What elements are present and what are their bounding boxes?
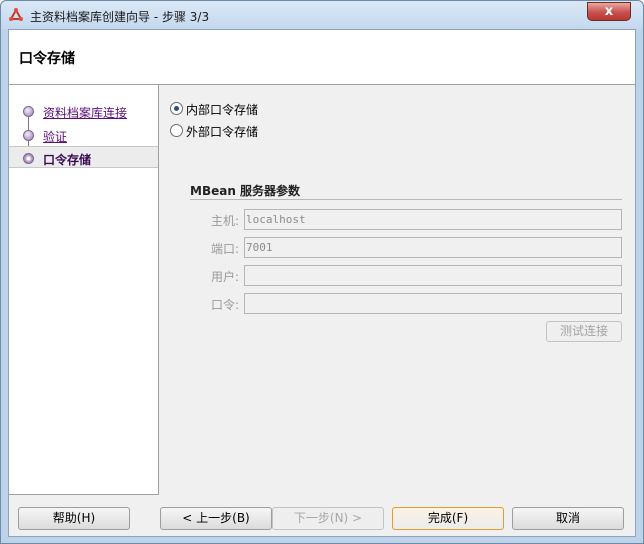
page-header: 口令存储 bbox=[9, 30, 635, 85]
radio-button[interactable] bbox=[170, 124, 183, 137]
close-icon: x bbox=[604, 4, 614, 19]
step-navigation: 资料档案库连接 验证 口令存储 bbox=[9, 85, 159, 495]
radio-label[interactable]: 内部口令存储 bbox=[186, 101, 258, 118]
close-window-button[interactable]: x bbox=[587, 2, 631, 21]
current-step-node-icon bbox=[23, 153, 34, 164]
title-bar[interactable]: 主资料档案库创建向导 - 步骤 3/3 x bbox=[1, 1, 643, 29]
nav-step-label[interactable]: 验证 bbox=[43, 128, 67, 145]
mbean-section-title: MBean 服务器参数 bbox=[190, 184, 301, 198]
radio-label[interactable]: 外部口令存储 bbox=[186, 123, 258, 140]
step-node-icon bbox=[23, 130, 34, 141]
app-logo-icon bbox=[9, 8, 23, 21]
wizard-window: 主资料档案库创建向导 - 步骤 3/3 x 口令存储 资料档案库连接 验证 口令… bbox=[0, 0, 644, 544]
port-label: 端口: bbox=[210, 242, 239, 256]
section-divider bbox=[190, 199, 622, 200]
nav-step-repository-connection[interactable]: 资料档案库连接 bbox=[9, 100, 158, 122]
help-button[interactable]: 帮助(H) bbox=[18, 507, 130, 530]
nav-step-label: 口令存储 bbox=[43, 153, 92, 167]
window-title: 主资料档案库创建向导 - 步骤 3/3 bbox=[30, 10, 210, 24]
cancel-button[interactable]: 取消 bbox=[512, 507, 624, 530]
password-input[interactable] bbox=[244, 293, 622, 314]
back-button[interactable]: < 上一步(B) bbox=[160, 507, 272, 530]
next-button[interactable]: 下一步(N) > bbox=[272, 507, 384, 530]
step-node-icon bbox=[23, 106, 34, 117]
finish-button[interactable]: 完成(F) bbox=[392, 507, 504, 530]
nav-step-label[interactable]: 资料档案库连接 bbox=[43, 104, 127, 121]
content-panel: 内部口令存储 外部口令存储 MBean 服务器参数 主机: localhost … bbox=[159, 85, 635, 495]
nav-step-password-storage[interactable]: 口令存储 bbox=[9, 146, 158, 168]
nav-step-authentication[interactable]: 验证 bbox=[9, 124, 158, 146]
radio-button-checked[interactable] bbox=[170, 102, 183, 115]
port-input[interactable]: 7001 bbox=[244, 237, 622, 258]
user-input[interactable] bbox=[244, 265, 622, 286]
host-input[interactable]: localhost bbox=[244, 209, 622, 230]
password-label: 口令: bbox=[210, 298, 239, 312]
test-connection-button[interactable]: 测试连接 bbox=[546, 321, 622, 342]
page-title: 口令存储 bbox=[19, 51, 75, 67]
host-label: 主机: bbox=[210, 214, 239, 228]
user-label: 用户: bbox=[210, 270, 239, 284]
wizard-client-area: 口令存储 资料档案库连接 验证 口令存储 内部口令存储 外部口令存储 MBean… bbox=[8, 29, 636, 537]
